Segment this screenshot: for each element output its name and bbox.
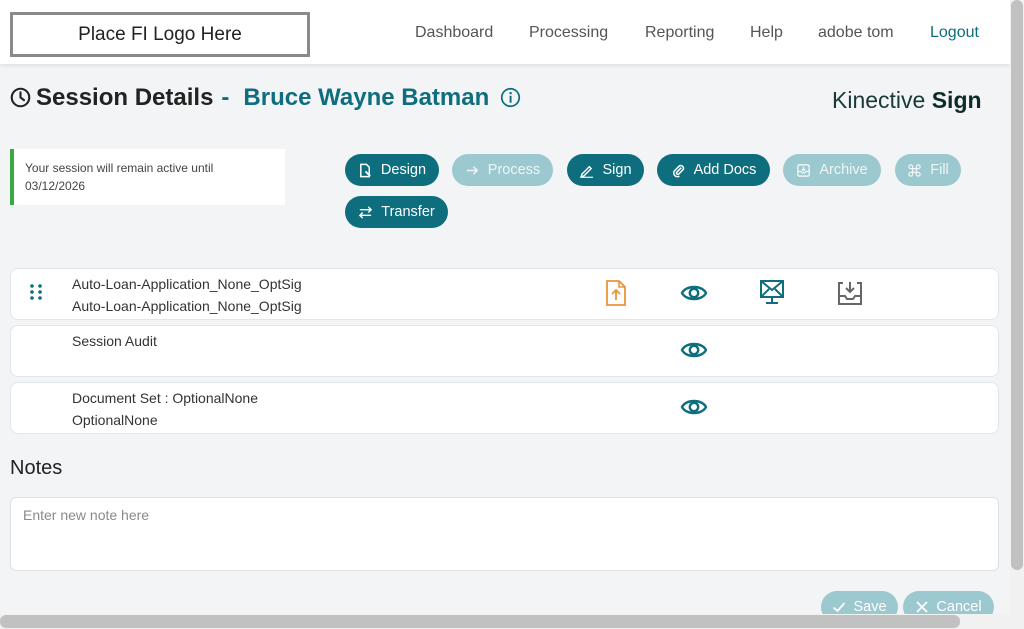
- archive-button[interactable]: Archive: [783, 154, 881, 186]
- document-name: Auto-Loan-Application_None_OptSig: [72, 276, 302, 292]
- horizontal-scrollbar-thumb[interactable]: [0, 615, 960, 628]
- view-eye-icon[interactable]: [680, 279, 708, 307]
- fill-button[interactable]: Fill: [895, 154, 961, 186]
- nav-dashboard[interactable]: Dashboard: [415, 24, 493, 42]
- add-docs-button[interactable]: Add Docs: [657, 154, 770, 186]
- info-icon[interactable]: [500, 87, 521, 108]
- vertical-scrollbar-thumb[interactable]: [1011, 0, 1023, 570]
- upload-file-icon[interactable]: [602, 279, 630, 307]
- save-button-label: Save: [853, 599, 887, 615]
- sign-button-label: Sign: [602, 162, 632, 178]
- process-button[interactable]: Process: [452, 154, 553, 186]
- inbox-download-icon[interactable]: [836, 279, 864, 307]
- nav-reporting[interactable]: Reporting: [645, 24, 714, 42]
- paperclip-icon: [672, 164, 684, 177]
- customer-name: Bruce Wayne Batman: [243, 84, 490, 111]
- design-button-label: Design: [380, 162, 427, 178]
- top-navigation-bar: Place FI Logo Here Dashboard Processing …: [0, 0, 1010, 64]
- cancel-button-label: Cancel: [936, 599, 982, 615]
- document-subname: Auto-Loan-Application_None_OptSig: [72, 298, 302, 314]
- document-name: Session Audit: [72, 333, 157, 349]
- check-icon: [833, 602, 846, 613]
- pen-icon: [580, 165, 594, 178]
- clock-icon: [10, 87, 31, 108]
- add-docs-button-label: Add Docs: [693, 162, 757, 178]
- brand-part2: Sign: [931, 87, 982, 113]
- transfer-button-label: Transfer: [381, 204, 435, 220]
- design-doc-icon: [359, 163, 371, 177]
- view-eye-icon[interactable]: [680, 393, 708, 421]
- arrow-right-icon: [466, 165, 479, 175]
- brand-part1: Kinective: [832, 87, 926, 113]
- notes-input[interactable]: [10, 497, 999, 571]
- nav-processing[interactable]: Processing: [529, 24, 608, 42]
- document-row[interactable]: Auto-Loan-Application_None_OptSig Auto-L…: [10, 268, 999, 320]
- swap-arrows-icon: [359, 205, 373, 219]
- nav-logout[interactable]: Logout: [930, 24, 979, 42]
- page-title-label: Session Details: [36, 84, 214, 111]
- fill-button-label: Fill: [930, 162, 949, 178]
- sign-button[interactable]: Sign: [567, 154, 644, 186]
- nav-help[interactable]: Help: [750, 24, 783, 42]
- nav-user-menu[interactable]: adobe tom: [818, 24, 894, 42]
- design-button[interactable]: Design: [345, 154, 439, 186]
- archive-icon: [797, 163, 811, 177]
- document-row[interactable]: Session Audit: [10, 325, 999, 377]
- monitor-envelope-icon[interactable]: [758, 278, 786, 306]
- document-row[interactable]: Document Set : OptionalNone OptionalNone: [10, 382, 999, 434]
- document-name: Document Set : OptionalNone: [72, 390, 258, 406]
- title-separator: -: [221, 84, 230, 111]
- session-expiry-notice: Your session will remain active until 03…: [10, 149, 285, 205]
- close-icon: [916, 601, 929, 613]
- kinective-sign-logo: Kinective Sign: [832, 87, 982, 114]
- document-subname: OptionalNone: [72, 412, 158, 428]
- page-title: Session Details - Bruce Wayne Batman: [36, 84, 489, 112]
- archive-button-label: Archive: [819, 162, 868, 178]
- command-icon: [908, 163, 921, 177]
- view-eye-icon[interactable]: [680, 336, 708, 364]
- drag-handle-icon[interactable]: [29, 283, 43, 301]
- transfer-button[interactable]: Transfer: [345, 196, 448, 228]
- notes-heading: Notes: [10, 457, 63, 479]
- process-button-label: Process: [487, 162, 541, 178]
- fi-logo-placeholder[interactable]: Place FI Logo Here: [10, 12, 310, 57]
